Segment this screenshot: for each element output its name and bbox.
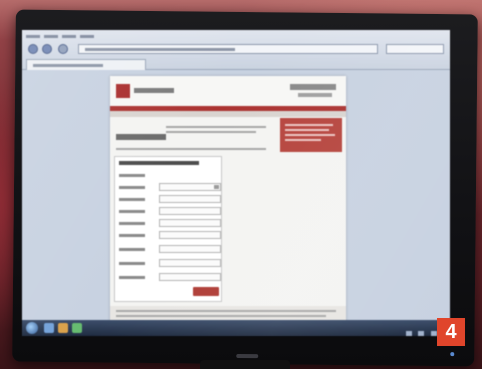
text-field[interactable] bbox=[159, 207, 221, 215]
site-logo-text bbox=[134, 88, 174, 93]
site-logo[interactable] bbox=[116, 84, 130, 98]
page-title bbox=[116, 134, 166, 140]
start-orb-icon[interactable] bbox=[26, 322, 38, 334]
field-label bbox=[119, 210, 145, 213]
refresh-icon[interactable] bbox=[58, 44, 68, 54]
site-header bbox=[110, 76, 346, 106]
field-label bbox=[119, 222, 145, 225]
browser-menubar[interactable] bbox=[26, 33, 94, 41]
field-label bbox=[119, 248, 145, 251]
partner-tagline bbox=[298, 93, 332, 97]
taskbar bbox=[22, 320, 450, 336]
select-field[interactable] bbox=[159, 183, 221, 191]
menu-item[interactable] bbox=[26, 35, 40, 38]
taskbar-app-icon[interactable] bbox=[58, 323, 68, 333]
promo-text bbox=[285, 134, 335, 136]
monitor-screen bbox=[22, 30, 450, 336]
promo-text bbox=[285, 124, 333, 126]
browser-chrome bbox=[22, 30, 450, 70]
form-row bbox=[119, 231, 221, 241]
menu-item[interactable] bbox=[80, 35, 94, 38]
web-page bbox=[110, 76, 346, 326]
footer-text bbox=[116, 315, 326, 317]
promo-box[interactable] bbox=[280, 118, 342, 152]
promo-text bbox=[285, 139, 321, 141]
power-led bbox=[450, 352, 455, 357]
text-field[interactable] bbox=[159, 259, 221, 267]
promo-text bbox=[285, 129, 329, 131]
field-label bbox=[119, 186, 145, 189]
step-number-badge: 4 bbox=[437, 318, 465, 346]
form-row bbox=[119, 207, 221, 217]
address-bar[interactable] bbox=[78, 44, 378, 54]
intro-text bbox=[166, 131, 256, 133]
tray-icon[interactable] bbox=[430, 331, 437, 336]
intro-text bbox=[116, 148, 266, 150]
submit-button[interactable] bbox=[193, 287, 219, 296]
intro-text bbox=[166, 126, 266, 128]
taskbar-app-icon[interactable] bbox=[44, 323, 54, 333]
forward-arrow-icon[interactable] bbox=[42, 44, 52, 54]
text-field[interactable] bbox=[159, 273, 221, 281]
text-field[interactable] bbox=[159, 231, 221, 239]
text-field[interactable] bbox=[159, 219, 221, 227]
form-row bbox=[119, 183, 221, 193]
field-label bbox=[119, 262, 145, 265]
form-row bbox=[119, 245, 221, 255]
field-label bbox=[119, 174, 145, 177]
tab-bar bbox=[22, 58, 450, 70]
tray-icon[interactable] bbox=[406, 331, 412, 336]
taskbar-app-icon[interactable] bbox=[72, 323, 82, 333]
url-text bbox=[85, 48, 235, 51]
menu-item[interactable] bbox=[62, 35, 76, 38]
signup-form bbox=[114, 156, 222, 302]
text-field[interactable] bbox=[159, 195, 221, 203]
field-label bbox=[119, 276, 145, 279]
monitor-stand bbox=[200, 360, 290, 369]
form-row bbox=[119, 195, 221, 205]
text-field[interactable] bbox=[159, 245, 221, 253]
partner-logo bbox=[290, 84, 336, 90]
form-row bbox=[119, 273, 221, 283]
footer-text bbox=[116, 310, 336, 312]
form-row bbox=[119, 219, 221, 229]
monitor-brand-logo bbox=[236, 353, 259, 359]
search-input[interactable] bbox=[386, 44, 444, 54]
field-label bbox=[119, 198, 145, 201]
tray-icon[interactable] bbox=[418, 331, 425, 336]
menu-item[interactable] bbox=[44, 35, 58, 38]
form-row bbox=[119, 171, 219, 181]
form-heading bbox=[119, 161, 199, 165]
browser-tab[interactable] bbox=[26, 59, 146, 70]
tab-title bbox=[33, 64, 103, 67]
field-label bbox=[119, 234, 145, 237]
form-row bbox=[119, 259, 221, 269]
back-arrow-icon[interactable] bbox=[28, 44, 38, 54]
site-subnav[interactable] bbox=[110, 111, 346, 117]
